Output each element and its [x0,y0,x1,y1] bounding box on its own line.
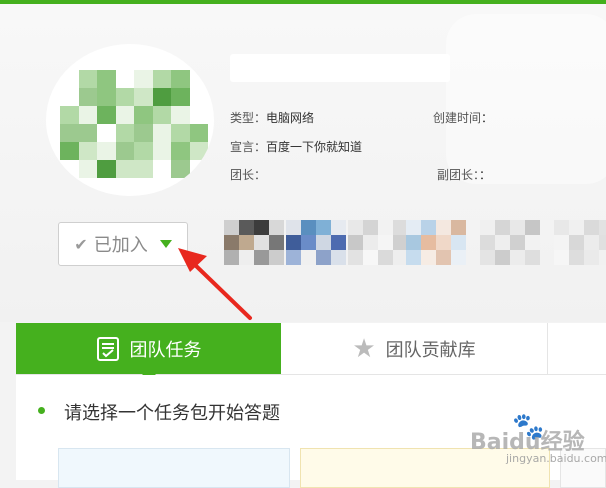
baidu-jingyan-watermark: 🐾 Baidu经验 jingyan.baidu.com [470,412,606,468]
tab-team-contribution[interactable]: ★ 团队贡献库 [281,323,548,374]
choose-task-prompt: 请选择一个任务包开始答题 [64,403,280,424]
task-package-card[interactable] [58,448,290,488]
task-list-icon [96,336,119,361]
tab-team-tasks-label: 团队任务 [129,339,202,361]
watermark-url: jingyan.baidu.com [506,452,606,465]
arrow-shaft [190,260,252,320]
tab-team-tasks[interactable]: 团队任务 [16,323,281,381]
bullet-dot [38,407,45,414]
arrow-head [178,248,207,272]
tab-team-contribution-label: 团队贡献库 [385,339,476,361]
tab-bar: 团队任务 ★ 团队贡献库 [16,323,606,381]
star-icon: ★ [352,333,376,364]
